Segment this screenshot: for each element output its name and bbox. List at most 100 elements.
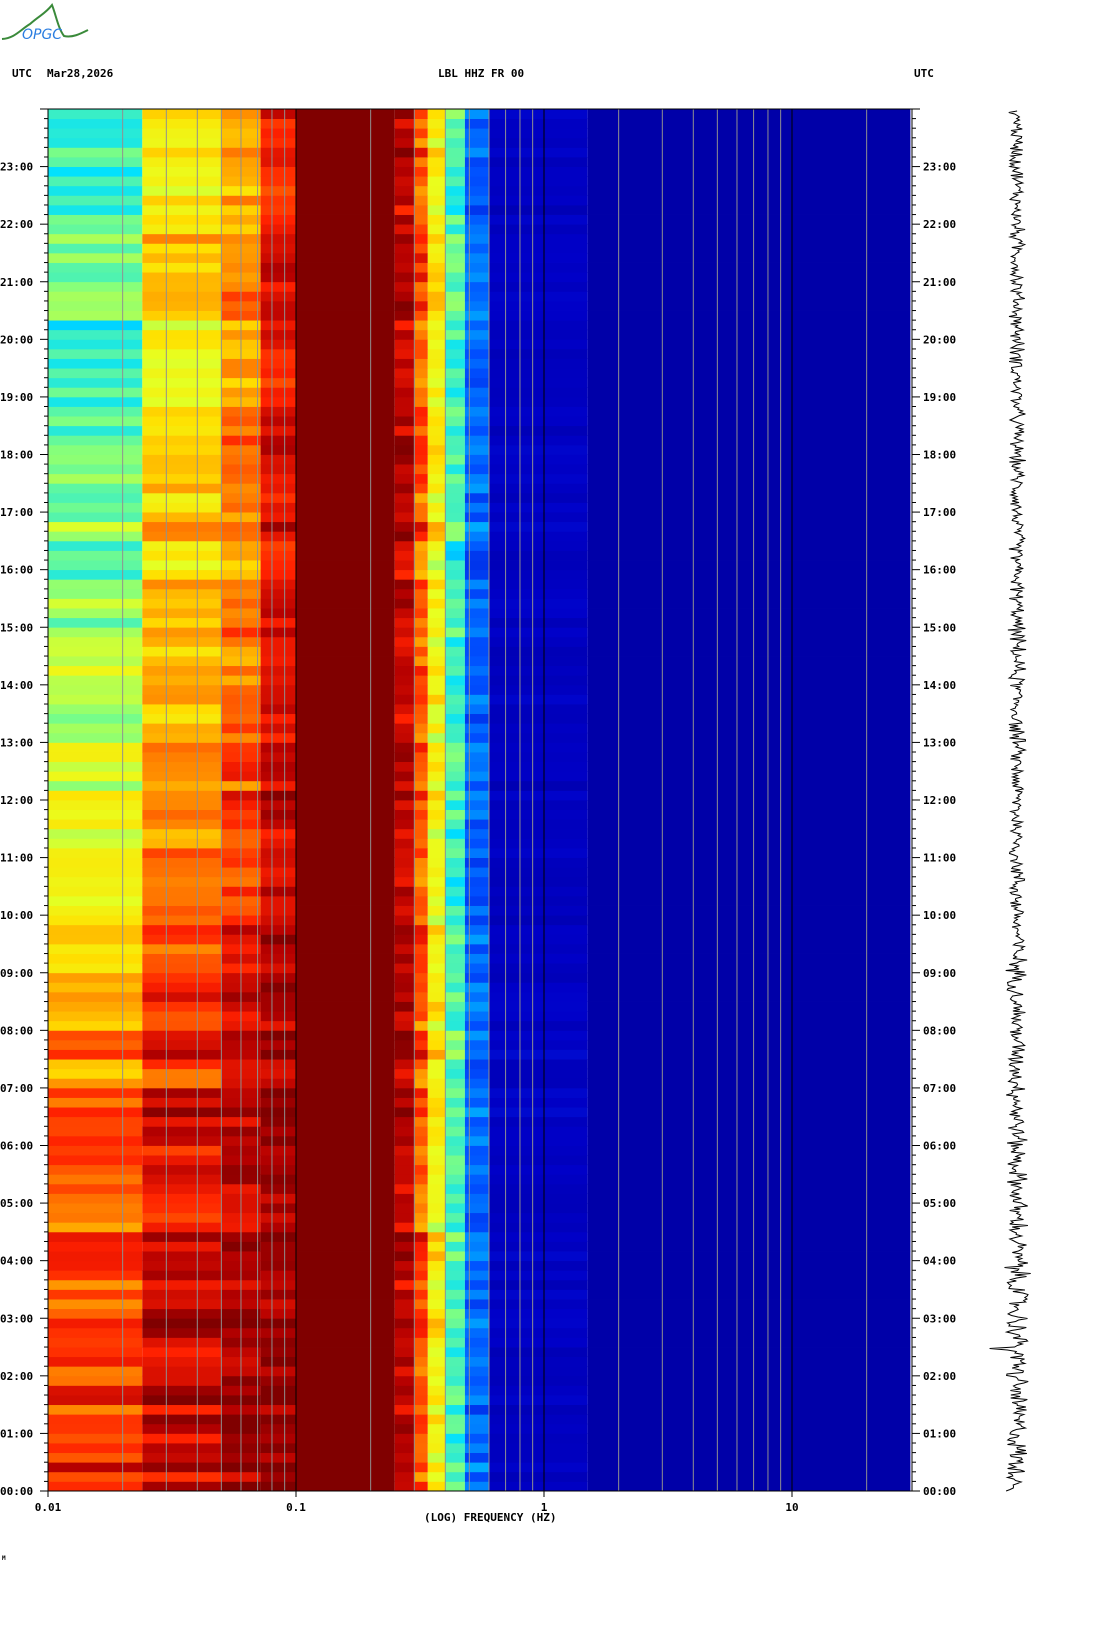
left-time-label: 18:00 (0, 449, 33, 462)
heatmap-cell (489, 377, 588, 388)
heatmap-cell (445, 1481, 465, 1492)
heatmap-cell (142, 195, 222, 206)
heatmap-cell (464, 1135, 489, 1146)
heatmap-cell (489, 847, 588, 858)
heatmap-cell (427, 694, 446, 705)
heatmap-cell (587, 291, 911, 302)
heatmap-cell (48, 636, 143, 647)
heatmap-cell (587, 454, 911, 465)
heatmap-cell (142, 1068, 222, 1079)
heatmap-cell (48, 1404, 143, 1415)
heatmap-cell (142, 1039, 222, 1050)
heatmap-cell (394, 924, 415, 935)
heatmap-cell (464, 1366, 489, 1377)
heatmap-cell (587, 329, 911, 340)
heatmap-cell (489, 656, 588, 667)
heatmap-cell (260, 1116, 296, 1127)
heatmap-cell (489, 425, 588, 436)
heatmap-cell (427, 780, 446, 791)
heatmap-cell (414, 847, 428, 858)
heatmap-cell (296, 579, 395, 590)
heatmap-cell (445, 1385, 465, 1396)
heatmap-cell (587, 425, 911, 436)
heatmap-cell (427, 329, 446, 340)
heatmap-cell (296, 1433, 395, 1444)
heatmap-cell (296, 1145, 395, 1156)
heatmap-cell (394, 809, 415, 820)
heatmap-cell (48, 972, 143, 983)
heatmap-cell (260, 588, 296, 599)
heatmap-cell (48, 1107, 143, 1118)
heatmap-cell (260, 886, 296, 897)
heatmap-cell (489, 1423, 588, 1434)
heatmap-cell (394, 665, 415, 676)
heatmap-cell (394, 1318, 415, 1329)
heatmap-cell (48, 166, 143, 177)
left-time-label: 00:00 (0, 1485, 33, 1498)
heatmap-cell (296, 991, 395, 1002)
heatmap-cell (587, 1279, 911, 1290)
heatmap-cell (142, 1107, 222, 1118)
heatmap-cell (394, 233, 415, 244)
heatmap-cell (445, 1203, 465, 1214)
heatmap-cell (489, 521, 588, 532)
heatmap-cell (445, 1222, 465, 1233)
heatmap-cell (260, 291, 296, 302)
heatmap-cell (427, 713, 446, 724)
heatmap-cell (48, 1347, 143, 1358)
heatmap-cell (445, 454, 465, 465)
heatmap-cell (394, 1087, 415, 1098)
heatmap-cell (414, 867, 428, 878)
heatmap-cell (48, 924, 143, 935)
heatmap-cell (464, 406, 489, 417)
heatmap-cell (489, 1174, 588, 1185)
heatmap-cell (260, 444, 296, 455)
heatmap-cell (142, 281, 222, 292)
heatmap-cell (427, 1222, 446, 1233)
heatmap-cell (142, 723, 222, 734)
heatmap-cell (394, 675, 415, 686)
heatmap-cell (464, 1183, 489, 1194)
heatmap-cell (296, 368, 395, 379)
heatmap-cell (464, 608, 489, 619)
heatmap-cell (142, 895, 222, 906)
heatmap-cell (48, 1366, 143, 1377)
heatmap-cell (260, 953, 296, 964)
right-time-label: 14:00 (923, 679, 956, 692)
heatmap-cell (48, 118, 143, 129)
heatmap-cell (142, 1078, 222, 1089)
heatmap-cell (489, 1395, 588, 1406)
heatmap-cell (260, 1193, 296, 1204)
heatmap-cell (464, 281, 489, 292)
heatmap-cell (427, 166, 446, 177)
heatmap-cell (464, 377, 489, 388)
heatmap-cell (414, 838, 428, 849)
heatmap-cell (445, 560, 465, 571)
heatmap-cell (587, 1212, 911, 1223)
heatmap-cell (142, 1145, 222, 1156)
heatmap-cell (48, 1356, 143, 1367)
heatmap-cell (48, 800, 143, 810)
heatmap-cell (414, 339, 428, 350)
heatmap-cell (260, 675, 296, 686)
heatmap-cell (142, 1174, 222, 1185)
heatmap-cell (414, 1327, 428, 1338)
heatmap-cell (260, 1126, 296, 1137)
right-time-label: 03:00 (923, 1312, 956, 1325)
right-time-label: 15:00 (923, 621, 956, 634)
heatmap-cell (587, 1011, 911, 1022)
heatmap-cell (48, 128, 143, 139)
heatmap-cell (464, 1001, 489, 1012)
heatmap-cell (489, 867, 588, 878)
heatmap-cell (489, 675, 588, 686)
heatmap-cell (414, 790, 428, 801)
heatmap-cell (587, 1471, 911, 1482)
heatmap-cell (142, 876, 222, 887)
heatmap-cell (296, 195, 395, 206)
heatmap-cell (296, 531, 395, 542)
heatmap-cell (489, 1164, 588, 1175)
heatmap-cell (464, 1385, 489, 1396)
heatmap-cell (142, 665, 222, 676)
heatmap-cell (48, 1423, 143, 1434)
heatmap-cell (260, 1423, 296, 1434)
